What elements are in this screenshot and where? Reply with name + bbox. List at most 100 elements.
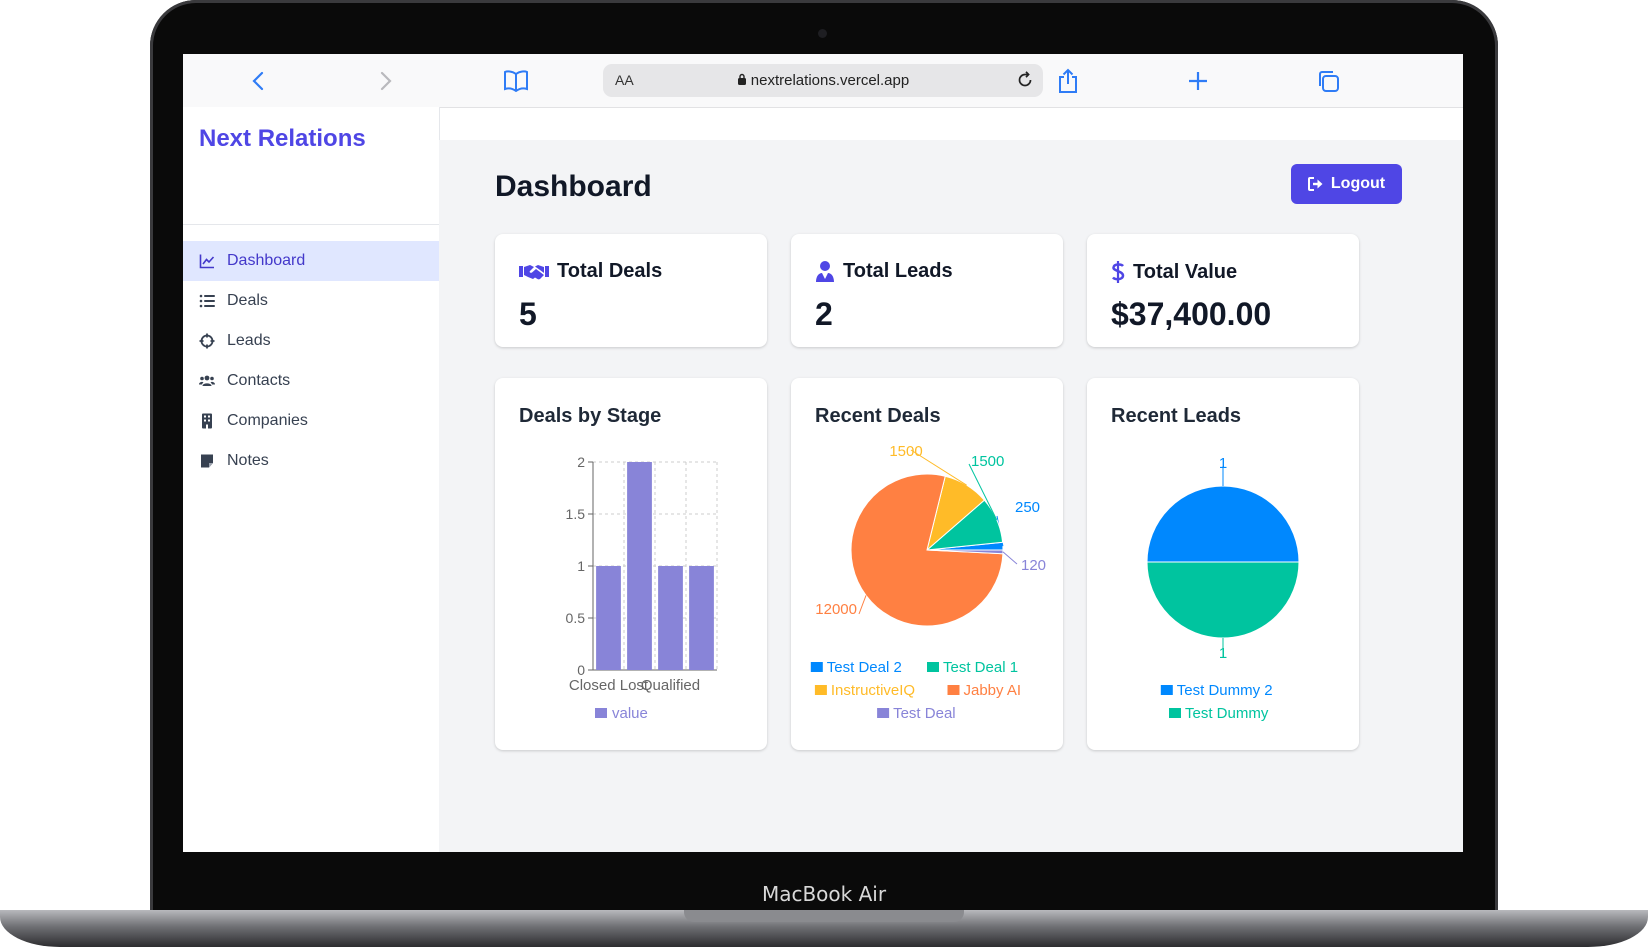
camera [818,29,827,38]
logout-label: Logout [1330,175,1386,192]
note-icon [201,454,213,468]
stat-label-text: Total Deals [557,260,663,282]
bookmarks-icon[interactable] [501,66,531,96]
stat-value: $37,400.00 [1111,296,1272,332]
bar [658,566,683,670]
x-tick-label: Qualified [641,677,700,694]
pie-label: 1500 [971,453,1004,470]
sidebar-item-dashboard[interactable]: Dashboard [183,241,439,281]
pie-slice [1146,485,1300,563]
legend-label: Test Deal 2 [827,659,902,676]
sign-out-icon [1307,177,1323,191]
pie-label: 250 [1015,499,1040,516]
pie-label: 1 [1219,645,1227,662]
y-tick-label: 0.5 [566,610,586,626]
pie-chart-deals: 250 1500 1500 12000 120 Test Deal 2 Test Deal … [810,443,1046,722]
pie-label: 1500 [889,443,922,460]
bar [596,566,621,670]
legend-label: Jabby AI [964,682,1022,699]
address-bar[interactable]: AA nextrelations.vercel.app [603,64,1043,97]
back-icon[interactable] [243,66,273,96]
chart-card-recent-deals: Recent Deals 250 1500 1500 12000 120 Test Dea… [791,378,1063,750]
sidebar-item-label: Notes [227,452,269,469]
stat-label-text: Total Leads [843,260,953,282]
legend-swatch [810,662,823,672]
y-tick-label: 0 [577,662,585,678]
crosshair-icon [199,333,215,349]
legend-label: Test Deal 1 [943,659,1018,676]
pie-chart-leads: 1 1 Test Dummy 2 Test Dummy [1146,455,1300,722]
legend-label: Test Deal [893,705,956,722]
sidebar-item-label: Companies [227,412,308,429]
building-icon [202,413,212,429]
legend-swatch [1160,685,1173,695]
bar-chart: 0 0.5 1 1.5 2 Closed LostQualified value [566,454,718,722]
laptop-notch [684,910,964,922]
sidebar-item-companies[interactable]: Companies [183,401,439,441]
legend-label: Test Dummy [1185,705,1269,722]
pie-label-line [858,595,867,615]
reload-icon[interactable] [1015,70,1035,95]
sidebar-item-label: Deals [227,292,268,309]
forward-icon[interactable] [371,66,401,96]
lock-icon [737,73,746,85]
sidebar-item-label: Leads [227,332,271,349]
y-tick-label: 1 [577,558,585,574]
sidebar-item-label: Contacts [227,372,291,389]
browser-toolbar: AA nextrelations.vercel.app [183,54,1463,108]
screen: AA nextrelations.vercel.app Next Relatio… [183,54,1463,852]
chart-card-recent-leads: Recent Leads 1 1 Test Dummy 2 Test Dummy [1087,378,1359,750]
pie-label: 12000 [815,601,857,618]
stat-card-total-deals: Total Deals 5 [495,234,767,347]
stat-label: Total Deals [519,260,662,283]
stat-label: Total Leads [815,260,953,283]
sidebar-item-leads[interactable]: Leads [183,321,439,361]
dollar-icon [1112,261,1125,283]
sidebar-item-contacts[interactable]: Contacts [183,361,439,401]
stat-value: 5 [519,296,537,332]
pie-slice [1146,561,1300,639]
share-icon[interactable] [1053,66,1083,96]
logout-button[interactable]: Logout [1291,164,1402,204]
chart-line-icon [199,254,215,269]
legend-swatch [947,685,960,695]
sidebar-nav: Dashboard Deals Leads Contacts Companies… [183,241,439,481]
bar [627,462,652,670]
page-title: Dashboard [495,170,652,203]
tabs-overview-icon[interactable] [1313,66,1343,96]
y-tick-label: 1.5 [566,506,586,522]
stat-label: Total Value [1111,260,1237,284]
legend-swatch [877,708,890,718]
brand-title[interactable]: Next Relations [199,125,366,153]
legend-swatch [927,662,939,672]
legend-label: Test Dummy 2 [1177,682,1273,699]
x-tick-label: Closed Lost [569,677,649,694]
divider [183,224,439,225]
sidebar-item-deals[interactable]: Deals [183,281,439,321]
list-icon [199,294,215,308]
users-icon [199,375,215,386]
legend-swatch [1169,708,1181,718]
stat-card-total-leads: Total Leads 2 [791,234,1063,347]
stat-value: 2 [815,296,833,332]
device-label: MacBook Air [761,882,887,906]
sidebar: Next Relations Dashboard Deals Leads Con… [183,107,440,852]
user-tie-icon [816,260,834,282]
pie-label-line [1002,551,1018,565]
stat-card-total-value: Total Value $37,400.00 [1087,234,1359,347]
legend-label: InstructiveIQ [831,682,915,699]
y-tick-label: 2 [577,454,585,470]
pie-label: 1 [1219,455,1227,472]
legend-swatch [595,708,607,718]
sidebar-item-label: Dashboard [227,252,306,269]
chart-card-deals-by-stage: Deals by Stage 0 0.5 1 1.5 2 Closed Lost Quali… [495,378,767,750]
pie-label: 120 [1021,557,1046,574]
main-content: Dashboard Logout Total Deals 5 Total Lea… [439,140,1463,852]
new-tab-icon[interactable] [1183,66,1213,96]
url-text: nextrelations.vercel.app [603,72,1043,89]
bar [689,566,714,670]
sidebar-item-notes[interactable]: Notes [183,441,439,481]
stat-label-text: Total Value [1133,260,1238,283]
legend-swatch [814,685,827,695]
url-label: nextrelations.vercel.app [750,72,910,89]
